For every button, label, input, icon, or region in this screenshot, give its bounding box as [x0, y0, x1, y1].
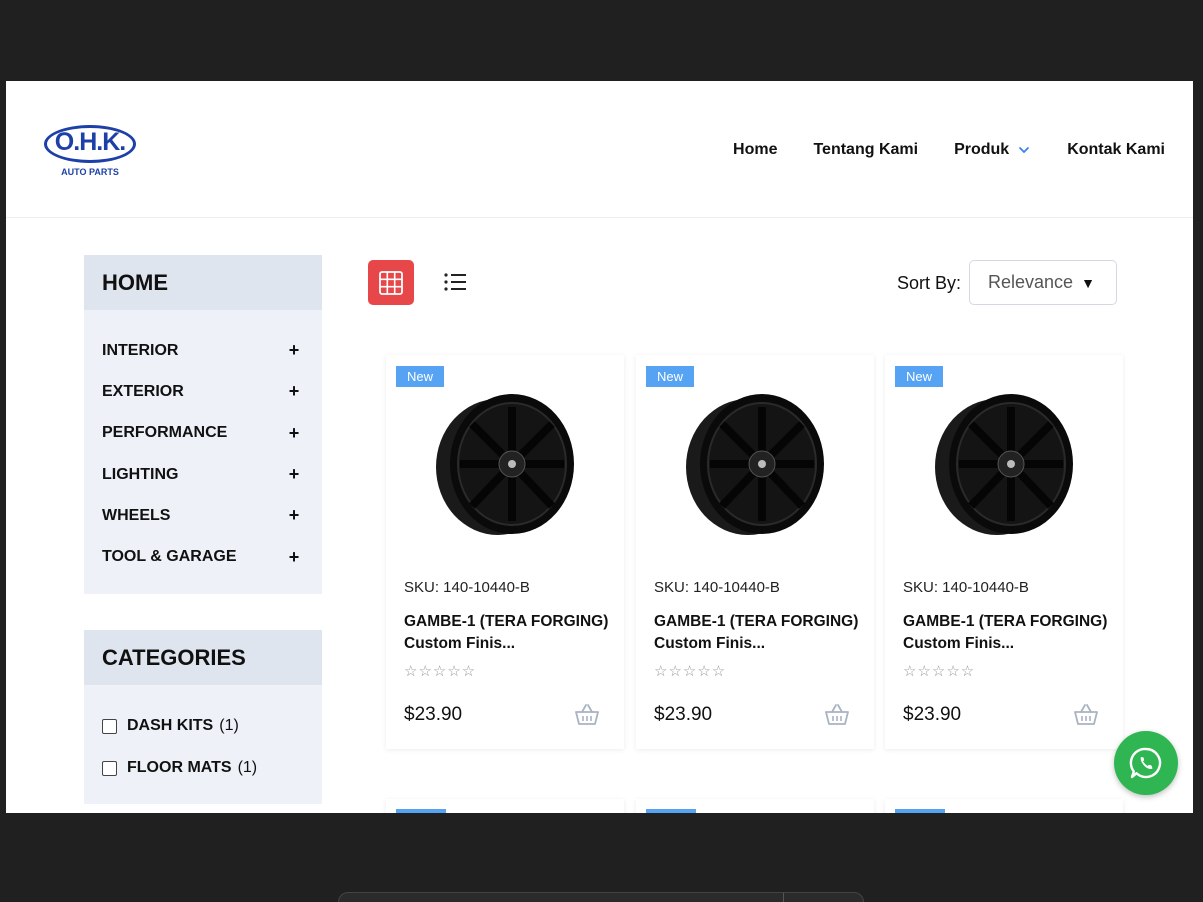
sort-select[interactable]: Relevance ▼ [969, 260, 1117, 305]
category-count: (1) [237, 759, 258, 776]
nav-products-label: Produk [954, 141, 1010, 158]
plus-icon[interactable]: + [284, 505, 304, 526]
rating-stars: ☆☆☆☆☆ [404, 663, 477, 680]
nav-about[interactable]: Tentang Kami [813, 141, 918, 159]
plus-icon[interactable]: + [284, 547, 304, 568]
whatsapp-button[interactable] [1114, 731, 1178, 795]
plus-icon[interactable]: + [284, 340, 304, 361]
nav-home[interactable]: Home [733, 141, 777, 159]
plus-icon[interactable]: + [284, 464, 304, 485]
product-price: $23.90 [404, 704, 463, 725]
sidebar-menu: HOME INTERIOR + EXTERIOR + PERFORMANCE + LI… [84, 255, 322, 594]
sort-value: Relevance [988, 272, 1074, 292]
logo-subtitle: AUTO PARTS [61, 167, 119, 177]
sidebar-item-tool-garage[interactable]: TOOL & GARAGE + [102, 536, 304, 577]
product-card[interactable]: New SKU: 140-10440-B GAMBE-1 (TERA FORGI… [885, 355, 1123, 749]
site-header: O.H.K. AUTO PARTS Home Tentang Kami Prod… [6, 81, 1193, 218]
plus-icon[interactable]: + [284, 381, 304, 402]
nav-contact[interactable]: Kontak Kami [1067, 141, 1165, 159]
product-price: $23.90 [654, 704, 713, 725]
dock-divider [783, 893, 784, 902]
sidebar-categories: CATEGORIES DASH KITS (1) FLOOR MATS (1) [84, 630, 322, 804]
product-card[interactable]: New SKU: 140-10440-B GAMBE-1 (TERA FORGI… [636, 355, 874, 749]
basket-icon[interactable] [574, 703, 600, 727]
sidebar-item-label: EXTERIOR [102, 382, 184, 400]
basket-icon[interactable] [824, 703, 850, 727]
plus-icon[interactable]: + [284, 423, 304, 444]
sidebar-item-interior[interactable]: INTERIOR + [102, 330, 304, 371]
product-sku: SKU: 140-10440-B [654, 579, 780, 596]
whatsapp-icon [1129, 747, 1162, 779]
sort-label: Sort By: [897, 273, 962, 293]
checkbox[interactable] [102, 718, 117, 734]
product-card[interactable] [636, 799, 874, 813]
product-card[interactable] [885, 799, 1123, 813]
product-sku: SKU: 140-10440-B [903, 579, 1029, 596]
wheel-product-image[interactable] [680, 389, 830, 539]
sidebar-item-performance[interactable]: PERFORMANCE + [102, 413, 304, 454]
checkbox[interactable] [102, 760, 117, 776]
new-badge: New [646, 366, 695, 387]
sidebar-item-lighting[interactable]: LIGHTING + [102, 454, 304, 495]
wheel-product-image[interactable] [929, 389, 1079, 539]
new-badge: New [895, 366, 944, 387]
category-count: (1) [219, 717, 239, 734]
sidebar-item-label: PERFORMANCE [102, 424, 228, 442]
chevron-down-icon [1019, 147, 1030, 154]
page: O.H.K. AUTO PARTS Home Tentang Kami Prod… [6, 81, 1193, 813]
basket-icon[interactable] [1073, 703, 1099, 727]
product-card[interactable]: New SKU: 140-10440-B GAMBE-1 (TERA FORGI… [386, 355, 624, 749]
product-sku: SKU: 140-10440-B [404, 579, 530, 596]
rating-stars: ☆☆☆☆☆ [903, 663, 976, 680]
category-dash-kits[interactable]: DASH KITS (1) [102, 705, 304, 747]
product-card[interactable] [386, 799, 624, 813]
main-nav: Home Tentang Kami Produk Kontak Kami [733, 141, 1165, 159]
sidebar-home-title[interactable]: HOME [84, 255, 322, 310]
brand-logo[interactable]: O.H.K. AUTO PARTS [44, 125, 136, 181]
rating-stars: ☆☆☆☆☆ [654, 663, 727, 680]
categories-title: CATEGORIES [84, 630, 322, 685]
sidebar-item-label: LIGHTING [102, 465, 179, 483]
list-view-button[interactable] [440, 267, 470, 297]
sidebar-item-label: TOOL & GARAGE [102, 548, 237, 566]
bottom-dock [338, 892, 864, 902]
sidebar-item-exterior[interactable]: EXTERIOR + [102, 371, 304, 412]
new-badge [895, 809, 945, 813]
caret-down-icon: ▼ [1081, 274, 1095, 291]
wheel-product-image[interactable] [430, 389, 580, 539]
new-badge: New [396, 366, 445, 387]
grid-view-button[interactable] [368, 260, 414, 305]
category-label: DASH KITS [127, 717, 214, 734]
category-floor-mats[interactable]: FLOOR MATS (1) [102, 747, 304, 789]
category-label: FLOOR MATS [127, 759, 232, 776]
nav-products[interactable]: Produk [954, 141, 1031, 159]
product-name[interactable]: GAMBE-1 (TERA FORGING) Custom Finis... [404, 611, 614, 655]
list-view-icon [444, 273, 466, 291]
product-name[interactable]: GAMBE-1 (TERA FORGING) Custom Finis... [654, 611, 864, 655]
grid-view-icon [379, 270, 403, 295]
new-badge [646, 809, 696, 813]
new-badge [396, 809, 446, 813]
sidebar-item-label: WHEELS [102, 506, 171, 524]
sidebar-item-wheels[interactable]: WHEELS + [102, 495, 304, 536]
sidebar-item-label: INTERIOR [102, 341, 179, 359]
product-name[interactable]: GAMBE-1 (TERA FORGING) Custom Finis... [903, 611, 1113, 655]
logo-text: O.H.K. [54, 128, 126, 156]
product-price: $23.90 [903, 704, 962, 725]
